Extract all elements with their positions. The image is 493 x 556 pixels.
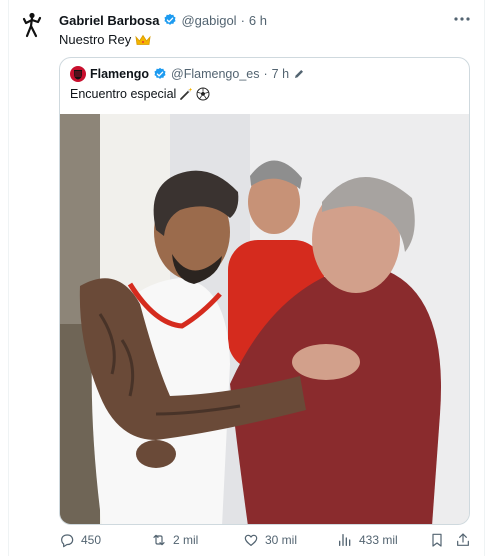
views-count: 433 mil — [359, 533, 398, 547]
magic-wand-emoji — [180, 87, 193, 100]
repost-button[interactable]: 2 mil — [151, 532, 198, 548]
verified-badge-icon — [154, 67, 166, 79]
reply-icon — [61, 534, 74, 548]
like-button[interactable]: 30 mil — [243, 532, 297, 548]
bookmark-button[interactable] — [429, 532, 445, 548]
reply-count: 450 — [81, 533, 102, 547]
quote-author-handle[interactable]: @Flamengo_es — [171, 67, 259, 81]
separator-dot: · — [240, 12, 245, 28]
like-icon — [244, 534, 258, 546]
author-name[interactable]: Gabriel Barbosa — [59, 13, 159, 28]
edited-pencil-icon[interactable] — [293, 68, 305, 80]
verified-badge-icon — [164, 13, 176, 25]
bookmark-icon — [432, 533, 442, 547]
separator-dot: · — [263, 67, 268, 81]
share-icon — [457, 533, 469, 546]
quote-author-name[interactable]: Flamengo — [90, 67, 149, 81]
tweet-text: Nuestro Rey — [59, 32, 151, 47]
views-icon — [339, 534, 351, 546]
repost-count: 2 mil — [173, 533, 199, 547]
repost-icon — [153, 534, 165, 546]
action-bar: 450 2 mil 30 mil 433 mil — [59, 532, 473, 550]
author-handle[interactable]: @gabigol — [181, 13, 236, 28]
quote-time[interactable]: 7 h — [272, 67, 289, 81]
crown-emoji — [135, 34, 151, 45]
like-count: 30 mil — [265, 533, 298, 547]
flamengo-avatar[interactable] — [70, 66, 86, 82]
reply-button[interactable]: 450 — [59, 532, 101, 548]
tweet-time[interactable]: 6 h — [249, 13, 267, 28]
views-button[interactable]: 433 mil — [337, 532, 398, 548]
more-icon[interactable] — [452, 9, 472, 29]
quote-header: Flamengo @Flamengo_es · 7 h — [70, 66, 305, 82]
quote-text-content: Encuentro especial — [70, 87, 177, 101]
tweet-text-content: Nuestro Rey — [59, 32, 132, 47]
quote-text: Encuentro especial — [70, 87, 210, 101]
soccer-ball-emoji — [196, 87, 210, 101]
runner-avatar-icon[interactable] — [20, 12, 44, 38]
tweet-header: Gabriel Barbosa @gabigol · 6 h — [59, 11, 267, 29]
share-button[interactable] — [455, 532, 471, 548]
tweet-photo[interactable] — [60, 114, 470, 525]
quoted-tweet[interactable]: Flamengo @Flamengo_es · 7 h Encuentro es… — [59, 57, 470, 525]
